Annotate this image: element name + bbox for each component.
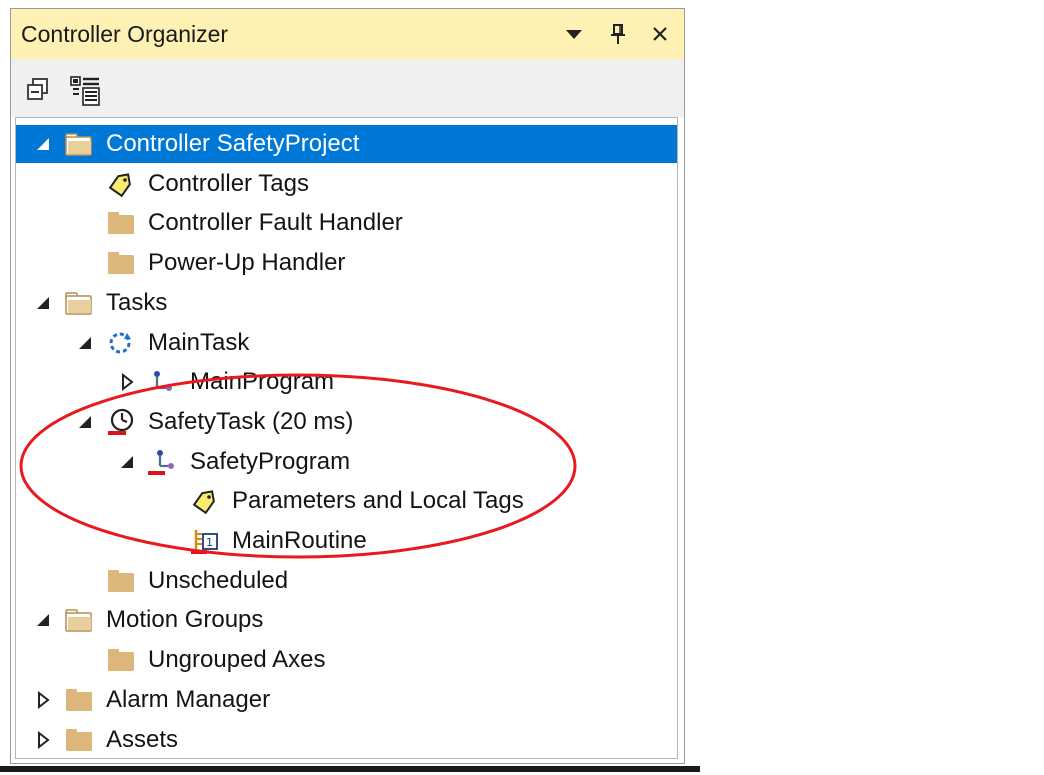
collapse-arrow-icon[interactable] [34, 610, 54, 630]
chevron-down-icon [566, 30, 582, 39]
tree-item[interactable]: Unscheduled [16, 562, 677, 600]
controller-organizer-panel: Controller Organizer Controller SafetyPr… [10, 8, 685, 764]
tree-item[interactable]: Controller Fault Handler [16, 204, 677, 242]
pin-icon [611, 24, 625, 44]
tree-item-label: Controller Tags [148, 169, 309, 197]
tree-item-label: MainRoutine [232, 527, 367, 554]
tag-icon [190, 487, 220, 515]
program-icon [148, 368, 178, 396]
open-folder-icon [64, 606, 94, 634]
tree-item[interactable]: Controller Tags [16, 165, 677, 203]
controller-folder-icon [64, 130, 94, 158]
tree-item[interactable]: Assets [16, 721, 677, 759]
tree-item-label: Controller Fault Handler [148, 209, 403, 237]
collapse-all-button[interactable] [23, 75, 53, 105]
tree-item[interactable]: Controller SafetyProject [16, 125, 677, 163]
continuous-task-icon [106, 329, 136, 357]
collapse-arrow-icon[interactable] [118, 452, 138, 472]
tree-item-label: SafetyProgram [190, 447, 351, 475]
tree-item[interactable]: Power-Up Handler [16, 244, 677, 282]
dropdown-button[interactable] [559, 19, 589, 49]
open-folder-icon [64, 289, 94, 317]
tree-item[interactable]: Ungrouped Axes [16, 641, 677, 679]
safety-routine-icon: 1 [190, 527, 220, 555]
tree-item-label: MainTask [148, 328, 250, 356]
project-tree: Controller SafetyProject Controller Tags C… [15, 117, 678, 759]
tree-item[interactable]: Motion Groups [16, 601, 677, 639]
organizer-toolbar [11, 59, 684, 117]
tree-item-label: Power-Up Handler [148, 249, 346, 277]
folder-icon [106, 567, 136, 595]
tree-item-label: Motion Groups [106, 606, 264, 634]
tree-item-label: Alarm Manager [106, 685, 271, 713]
tree-item-label: Ungrouped Axes [148, 646, 326, 674]
expand-arrow-icon[interactable] [118, 372, 138, 392]
tree-item-label: MainProgram [190, 368, 335, 396]
expand-arrow-icon[interactable] [34, 690, 54, 710]
tree-item-label: Parameters and Local Tags [232, 487, 524, 515]
collapse-arrow-icon[interactable] [76, 412, 96, 432]
collapse-arrow-icon[interactable] [34, 134, 54, 154]
tree-item[interactable]: 1 MainRoutine [16, 522, 677, 560]
properties-view-icon [70, 76, 100, 106]
tree-item-label: SafetyTask (20 ms) [148, 407, 354, 435]
panel-title: Controller Organizer [21, 21, 229, 47]
panel-titlebar: Controller Organizer [11, 9, 684, 59]
tree-item[interactable]: SafetyProgram [16, 443, 677, 481]
folder-icon [106, 209, 136, 237]
safety-periodic-task-icon [106, 408, 136, 436]
pin-button[interactable] [603, 19, 633, 49]
properties-view-button[interactable] [69, 75, 100, 106]
tree-item[interactable]: MainProgram [16, 363, 677, 401]
collapse-arrow-icon[interactable] [76, 333, 96, 353]
tree-item[interactable]: Alarm Manager [16, 681, 677, 719]
bottom-border [0, 766, 700, 772]
collapse-all-icon [27, 78, 48, 100]
folder-icon [64, 726, 94, 754]
close-icon [653, 27, 667, 41]
tree-item[interactable]: SafetyTask (20 ms) [16, 403, 677, 441]
close-button[interactable] [645, 19, 675, 49]
expand-arrow-icon[interactable] [34, 730, 54, 750]
tree-item[interactable]: Tasks [16, 284, 677, 322]
tag-icon [106, 170, 136, 198]
tree-item-label: Unscheduled [148, 566, 289, 594]
tree-item-label: Tasks [106, 288, 168, 316]
svg-text:1: 1 [206, 536, 213, 549]
collapse-arrow-icon[interactable] [34, 293, 54, 313]
tree-item[interactable]: MainTask [16, 324, 677, 362]
folder-icon [64, 686, 94, 714]
tree-item[interactable]: Parameters and Local Tags [16, 482, 677, 520]
folder-icon [106, 249, 136, 277]
folder-icon [106, 646, 136, 674]
safety-program-icon [148, 448, 178, 476]
tree-item-label: Assets [106, 725, 179, 753]
tree-item-label: Controller SafetyProject [106, 130, 360, 157]
